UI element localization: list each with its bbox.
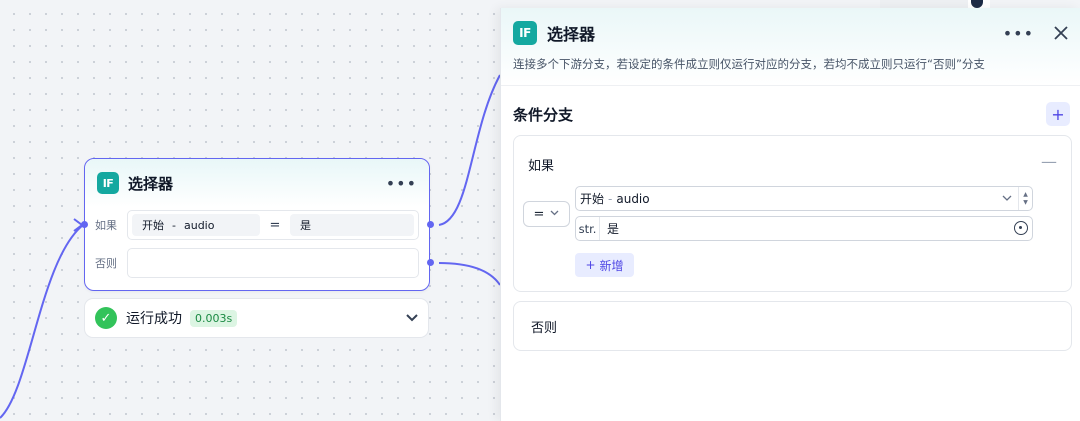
variable-separator: - — [608, 191, 613, 206]
variable-name: audio — [183, 218, 215, 232]
variable-insert-icon[interactable] — [1014, 221, 1028, 235]
chevron-down-icon — [1002, 194, 1012, 204]
else-branch-row: 否则 — [95, 248, 419, 278]
if-panel-icon: IF — [513, 21, 537, 45]
else-card-label: 否则 — [531, 320, 558, 336]
operator-select[interactable]: = — [523, 201, 570, 227]
panel-more-dots-icon[interactable]: ••• — [1003, 24, 1034, 43]
section-title: 条件分支 — [513, 106, 574, 124]
add-condition-label: 新增 — [599, 258, 624, 273]
condition-value: 是 — [290, 214, 414, 236]
if-output-handle[interactable] — [426, 221, 434, 228]
add-branch-button[interactable]: + — [1046, 102, 1070, 126]
panel-header: IF 选择器 ••• 连接多个下游分支，若设定的条件成立则仅运行对应的分支，若均… — [501, 8, 1080, 86]
background-avatar-fragment — [968, 0, 990, 8]
variable-separator: - — [172, 218, 176, 232]
if-branch-card: 如果 — = 开始 - audio ▲ ▼ str. 是 + 新增 — [513, 135, 1072, 292]
input-handle[interactable] — [80, 221, 88, 228]
if-card-label: 如果 — [528, 159, 555, 174]
if-node-icon: IF — [97, 172, 119, 194]
condition-operator: = — [269, 217, 281, 233]
value-input[interactable]: str. 是 — [575, 216, 1033, 241]
plus-icon: + — [585, 258, 596, 272]
variable-source: 开始 — [580, 192, 605, 206]
run-duration-badge: 0.003s — [190, 309, 238, 327]
panel-description[interactable]: 连接多个下游分支，若设定的条件成立则仅运行对应的分支，若均不成立则只运行“否则”… — [513, 56, 1068, 72]
if-branch-label: 如果 — [95, 219, 117, 232]
chevron-down-icon — [550, 209, 559, 219]
success-check-icon: ✓ — [95, 307, 117, 329]
run-status-text: 运行成功 — [126, 311, 182, 327]
else-branch-card: 否则 — [513, 301, 1072, 351]
else-branch-label: 否则 — [95, 257, 117, 270]
if-condition-box[interactable]: 开始 - audio = 是 — [127, 210, 419, 240]
if-branch-row: 如果 开始 - audio = 是 — [95, 210, 419, 240]
more-dots-icon[interactable]: ••• — [386, 174, 417, 193]
spinner-arrows-icon[interactable]: ▲ ▼ — [1018, 187, 1032, 210]
close-icon[interactable] — [1054, 23, 1068, 43]
condition-variable: 开始 - audio — [132, 214, 260, 236]
selector-node[interactable]: IF 选择器 ••• 如果 开始 - audio = 是 否则 — [80, 158, 434, 291]
chevron-down-icon[interactable] — [406, 311, 418, 325]
operator-value: = — [533, 206, 545, 222]
plus-icon: + — [1051, 104, 1065, 124]
add-condition-button[interactable]: + 新增 — [575, 253, 634, 277]
else-condition-box[interactable] — [127, 248, 419, 278]
variable-select[interactable]: 开始 - audio ▲ ▼ — [575, 186, 1033, 211]
else-output-handle[interactable] — [426, 259, 434, 266]
node-settings-panel: IF 选择器 ••• 连接多个下游分支，若设定的条件成立则仅运行对应的分支，若均… — [500, 8, 1080, 421]
node-header: IF 选择器 ••• — [85, 159, 429, 207]
panel-title[interactable]: 选择器 — [547, 21, 595, 45]
run-status-bar[interactable]: ✓ 运行成功 0.003s — [84, 298, 429, 338]
variable-name: audio — [616, 191, 650, 206]
remove-branch-icon[interactable]: — — [1041, 152, 1057, 171]
value-text: 是 — [607, 222, 620, 236]
node-title: 选择器 — [128, 174, 174, 193]
background-toolbar-fragment — [880, 0, 970, 8]
variable-source: 开始 — [142, 219, 164, 232]
value-type-label[interactable]: str. — [576, 217, 600, 240]
